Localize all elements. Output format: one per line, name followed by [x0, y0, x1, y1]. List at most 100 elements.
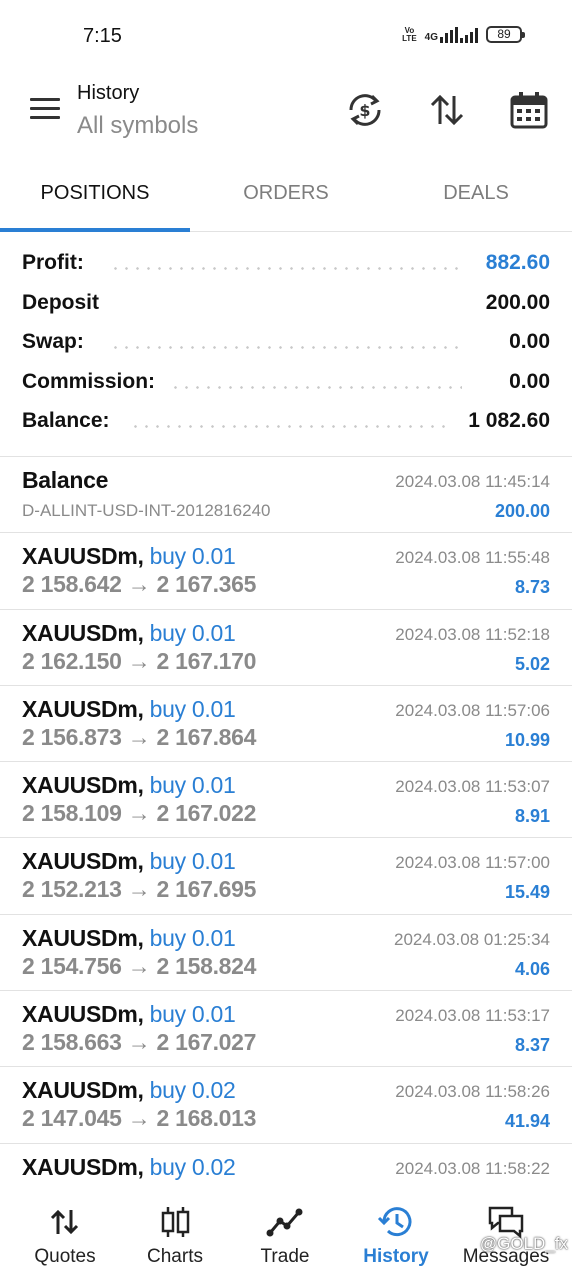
arrow-right-icon: →	[127, 723, 151, 750]
price-range: 2 154.756 → 2 158.824	[22, 953, 256, 980]
summary-value: 882.60	[479, 251, 550, 275]
trade-direction: buy 0.02	[149, 1153, 236, 1180]
position-row[interactable]: XAUUSDm, buy 0.02 2 147.045 → 2 168.013 20…	[0, 1067, 572, 1144]
position-row[interactable]: XAUUSDm, buy 0.01 2 152.213 → 2 167.695 20…	[0, 838, 572, 915]
position-symbol: XAUUSDm, buy 0.02	[22, 1154, 236, 1181]
open-price: 2 158.109	[22, 800, 122, 827]
tab-deals[interactable]: DEALS	[381, 160, 571, 232]
position-row[interactable]: XAUUSDm, buy 0.01 2 158.642 → 2 167.365 20…	[0, 533, 572, 610]
nav-charts[interactable]: Charts	[118, 1184, 232, 1280]
symbol-name: XAUUSDm,	[22, 848, 144, 875]
trade-direction: buy 0.01	[149, 924, 236, 951]
symbol-name: XAUUSDm,	[22, 1001, 144, 1028]
position-symbol: XAUUSDm, buy 0.02	[22, 1077, 236, 1104]
network-type-label: 4G	[424, 31, 438, 43]
hamburger-menu-icon[interactable]	[30, 98, 60, 122]
position-profit: 41.94	[504, 1111, 550, 1132]
volte-bottom-label: LTE	[402, 33, 417, 43]
symbol-filter[interactable]: All symbols	[77, 112, 198, 140]
arrow-right-icon: →	[127, 800, 151, 827]
arrow-right-icon: →	[127, 647, 151, 674]
app-header: History All symbols $	[0, 70, 572, 160]
position-time: 2024.03.08 11:58:22	[395, 1158, 550, 1178]
position-profit: 8.37	[514, 1035, 550, 1056]
page-title: History	[77, 82, 140, 104]
tab-orders[interactable]: ORDERS	[191, 160, 381, 232]
signal-icon: 4G	[424, 26, 478, 43]
currency-refresh-icon[interactable]: $	[345, 90, 385, 130]
svg-text:$: $	[359, 101, 370, 120]
bottom-navigation: Quotes Charts Trade History Messages	[0, 1184, 572, 1280]
position-row[interactable]: XAUUSDm, buy 0.01 2 158.109 → 2 167.022 20…	[0, 762, 572, 839]
calendar-icon[interactable]	[509, 90, 549, 130]
position-time: 2024.03.08 11:57:06	[395, 700, 550, 720]
nav-quotes[interactable]: Quotes	[8, 1184, 122, 1280]
arrow-right-icon: →	[127, 876, 151, 903]
tab-positions[interactable]: POSITIONS	[0, 160, 190, 232]
summary-label: Balance:	[22, 409, 116, 433]
position-profit: 15.49	[504, 882, 550, 903]
signal-bars-1	[440, 26, 458, 43]
close-price: 2 167.022	[156, 800, 257, 827]
close-price: 2 158.824	[156, 952, 257, 979]
position-symbol: XAUUSDm, buy 0.01	[22, 543, 236, 570]
symbol-name: XAUUSDm,	[22, 695, 144, 722]
nav-label: Charts	[147, 1246, 203, 1267]
trade-direction: buy 0.01	[149, 848, 236, 875]
position-symbol: XAUUSDm, buy 0.01	[22, 848, 236, 875]
symbol-name: XAUUSDm,	[22, 1077, 144, 1104]
nav-label: Quotes	[34, 1246, 96, 1267]
price-range: 2 162.150 → 2 167.170	[22, 648, 256, 675]
entry-title: Balance	[22, 467, 109, 493]
summary-row-balance: Balance: 1 082.60	[0, 403, 572, 443]
dotted-leader	[110, 346, 462, 349]
price-range: 2 147.045 → 2 168.013	[22, 1105, 256, 1132]
position-symbol: XAUUSDm, buy 0.01	[22, 696, 236, 723]
arrow-right-icon: →	[127, 571, 151, 598]
nav-history[interactable]: History	[339, 1184, 453, 1280]
position-time: 2024.03.08 11:52:18	[395, 624, 550, 644]
summary-value: 1 082.60	[462, 409, 550, 433]
position-profit: 5.02	[514, 653, 550, 674]
trade-direction: buy 0.01	[149, 772, 236, 799]
nav-trade[interactable]: Trade	[228, 1184, 342, 1280]
symbol-name: XAUUSDm,	[22, 543, 144, 570]
arrow-right-icon: →	[127, 1029, 151, 1056]
position-row[interactable]: XAUUSDm, buy 0.01 2 162.150 → 2 167.170 20…	[0, 610, 572, 686]
trade-direction: buy 0.02	[149, 1077, 236, 1104]
dotted-leader	[110, 267, 462, 270]
history-tabs: POSITIONS ORDERS DEALS	[0, 160, 572, 232]
price-range: 2 156.873 → 2 167.864	[22, 724, 256, 751]
position-row[interactable]: XAUUSDm, buy 0.01 2 156.873 → 2 167.864 20…	[0, 686, 572, 763]
position-row[interactable]: XAUUSDm, buy 0.01 2 154.756 → 2 158.824 20…	[0, 915, 572, 992]
position-row[interactable]: XAUUSDm, buy 0.01 2 158.663 → 2 167.027 20…	[0, 991, 572, 1068]
symbol-name: XAUUSDm,	[22, 772, 144, 799]
position-time: 2024.03.08 01:25:34	[394, 929, 550, 949]
position-profit: 4.06	[514, 958, 550, 979]
entry-time: 2024.03.08 11:45:14	[395, 472, 550, 491]
close-price: 2 167.365	[156, 571, 257, 598]
close-price: 2 167.864	[156, 723, 257, 750]
summary-row-commission: Commission: 0.00	[0, 364, 572, 404]
position-profit: 8.73	[514, 577, 550, 598]
nav-label: Trade	[260, 1246, 310, 1267]
trade-direction: buy 0.01	[149, 543, 236, 570]
summary-value: 0.00	[503, 369, 550, 394]
open-price: 2 158.663	[22, 1029, 122, 1056]
trade-direction: buy 0.01	[149, 619, 236, 646]
sort-icon[interactable]	[427, 90, 467, 130]
close-price: 2 168.013	[156, 1105, 257, 1132]
battery-icon: 89	[486, 26, 525, 43]
position-time: 2024.03.08 11:55:48	[395, 548, 550, 568]
status-bar: 7:15 Vo LTE 4G 89	[0, 0, 572, 70]
dotted-leader	[170, 385, 462, 389]
summary-label: Deposit	[22, 290, 106, 315]
close-price: 2 167.695	[156, 876, 257, 903]
close-price: 2 167.027	[156, 1029, 257, 1056]
nav-messages[interactable]: Messages	[449, 1184, 563, 1280]
open-price: 2 147.045	[22, 1105, 122, 1132]
nav-label: History	[363, 1246, 429, 1267]
history-clock-icon	[377, 1207, 412, 1237]
signal-bars-2	[460, 27, 478, 43]
balance-entry[interactable]: Balance D-ALLINT-USD-INT-2012816240 2024…	[0, 457, 572, 534]
